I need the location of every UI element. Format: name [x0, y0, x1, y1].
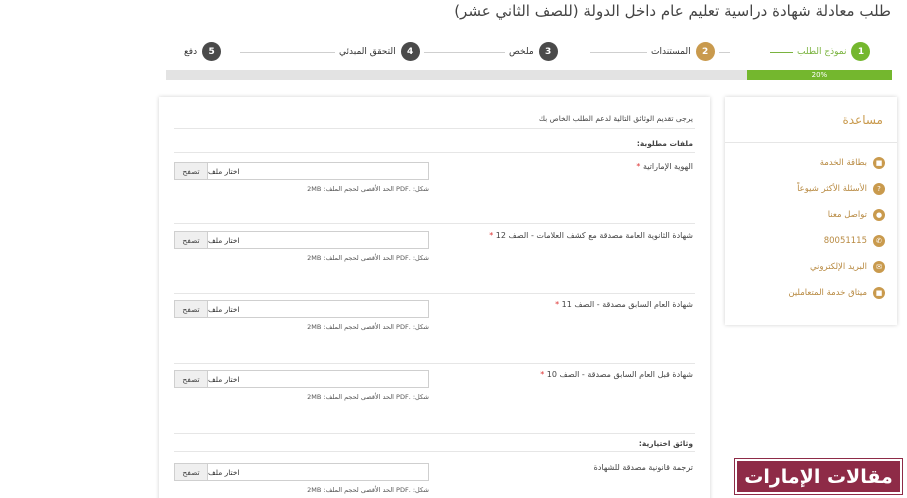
location-pin-icon: ●	[873, 209, 885, 221]
file-input[interactable]: اختار ملف	[208, 232, 428, 248]
required-marker: *	[636, 162, 641, 171]
file-format-hint: شكل: .PDF الحد الأقصى لحجم الملف: 2MB	[307, 486, 429, 494]
step-5[interactable]: 5 دفع	[180, 42, 226, 61]
file-upload-grade-11[interactable]: تصفح اختار ملف	[174, 300, 429, 318]
help-link-label: ميثاق خدمة المتعاملين	[788, 288, 867, 298]
browse-button[interactable]: تصفح	[175, 464, 208, 480]
file-input[interactable]: اختار ملف	[208, 371, 428, 387]
required-marker: *	[489, 231, 494, 240]
help-link-label: بطاقة الخدمة	[819, 158, 867, 168]
step-number: 4	[400, 42, 420, 61]
step-3[interactable]: 3 ملخص	[505, 42, 562, 61]
file-format-hint: شكل: .PDF الحد الأقصى لحجم الملف: 2MB	[307, 393, 429, 401]
step-2[interactable]: 2 المستندات	[647, 42, 719, 61]
file-format-hint: شكل: .PDF الحد الأقصى لحجم الملف: 2MB	[307, 185, 429, 193]
divider	[174, 223, 695, 224]
browse-button[interactable]: تصفح	[175, 371, 208, 387]
step-number: 3	[538, 42, 558, 61]
document-label-grade-11: شهادة العام السابق مصدقة - الصف 11 *	[555, 300, 693, 309]
question-icon: ?	[873, 183, 885, 195]
help-title: مساعدة	[842, 113, 883, 127]
divider	[174, 152, 695, 153]
help-link-label: الأسئلة الأكثر شيوعاً	[797, 184, 867, 194]
charter-icon: ■	[873, 287, 885, 299]
wizard-stepper: 5 دفع 4 التحقق المبدئي 3 ملخص 2 المستندا…	[160, 38, 875, 68]
divider	[174, 451, 695, 452]
divider	[725, 142, 897, 143]
help-link-charter[interactable]: ■ ميثاق خدمة المتعاملين	[788, 287, 885, 299]
browse-button[interactable]: تصفح	[175, 232, 208, 248]
step-label: التحقق المبدئي	[339, 46, 396, 57]
form-intro: يرجى تقديم الوثائق التالية لدعم الطلب ال…	[538, 114, 693, 123]
document-label-grade-10: شهادة قبل العام السابق مصدقة - الصف 10 *	[540, 370, 693, 379]
step-4[interactable]: 4 التحقق المبدئي	[335, 42, 424, 61]
document-icon: ■	[873, 157, 885, 169]
help-panel: مساعدة ■ بطاقة الخدمة ? الأسئلة الأكثر ش…	[725, 97, 897, 325]
help-link-contact[interactable]: ● تواصل معنا	[828, 209, 885, 221]
required-marker: *	[540, 370, 545, 379]
help-link-email[interactable]: ✉ البريد الإلكتروني	[810, 261, 885, 273]
step-number: 1	[851, 42, 871, 61]
documents-form-panel: يرجى تقديم الوثائق التالية لدعم الطلب ال…	[159, 97, 710, 498]
help-link-label: تواصل معنا	[827, 210, 867, 220]
file-format-hint: شكل: .PDF الحد الأقصى لحجم الملف: 2MB	[307, 323, 429, 331]
file-input[interactable]: اختار ملف	[208, 301, 428, 317]
browse-button[interactable]: تصفح	[175, 163, 208, 179]
help-link-label: البريد الإلكتروني	[809, 262, 867, 272]
page-title: طلب معادلة شهادة دراسية تعليم عام داخل ا…	[454, 2, 891, 20]
step-label: المستندات	[651, 46, 691, 57]
help-link-faq[interactable]: ? الأسئلة الأكثر شيوعاً	[797, 183, 885, 195]
file-upload-grade-12[interactable]: تصفح اختار ملف	[174, 231, 429, 249]
watermark-logo: مقالات الإمارات	[734, 458, 903, 495]
help-link-label: 80051115	[823, 236, 867, 246]
phone-icon: ✆	[873, 235, 885, 247]
step-label: دفع	[184, 46, 198, 57]
email-icon: ✉	[873, 261, 885, 273]
progress-bar: 20%	[166, 70, 892, 80]
step-1[interactable]: 1 نموذج الطلب	[793, 42, 875, 61]
file-format-hint: شكل: .PDF الحد الأقصى لحجم الملف: 2MB	[307, 254, 429, 262]
required-marker: *	[555, 300, 560, 309]
document-label-legal-translation: ترجمة قانونية مصدقة للشهادة	[593, 463, 693, 472]
step-number: 5	[202, 42, 222, 61]
step-label: ملخص	[509, 46, 534, 57]
step-number: 2	[695, 42, 715, 61]
required-files-heading: ملفات مطلوبة:	[636, 139, 693, 148]
document-label-grade-12: شهادة الثانوية العامة مصدقة مع كشف العلا…	[489, 231, 693, 240]
file-upload-emirates-id[interactable]: تصفح اختار ملف	[174, 162, 429, 180]
document-label-emirates-id: الهوية الإماراتية *	[636, 162, 693, 171]
divider	[174, 128, 695, 129]
file-input[interactable]: اختار ملف	[208, 464, 428, 480]
help-link-service-card[interactable]: ■ بطاقة الخدمة	[820, 157, 885, 169]
file-input[interactable]: اختار ملف	[208, 163, 428, 179]
browse-button[interactable]: تصفح	[175, 301, 208, 317]
file-upload-grade-10[interactable]: تصفح اختار ملف	[174, 370, 429, 388]
optional-documents-heading: وثائق اختيارية:	[638, 439, 693, 448]
divider	[174, 293, 695, 294]
help-link-phone[interactable]: ✆ 80051115	[824, 235, 885, 247]
step-label: نموذج الطلب	[797, 46, 847, 57]
divider	[174, 433, 695, 434]
step-connector	[240, 52, 350, 53]
progress-fill: 20%	[746, 70, 892, 80]
file-upload-legal-translation[interactable]: تصفح اختار ملف	[174, 463, 429, 481]
progress-text: 20%	[811, 71, 828, 79]
divider	[174, 363, 695, 364]
watermark-text: مقالات الإمارات	[744, 465, 893, 488]
